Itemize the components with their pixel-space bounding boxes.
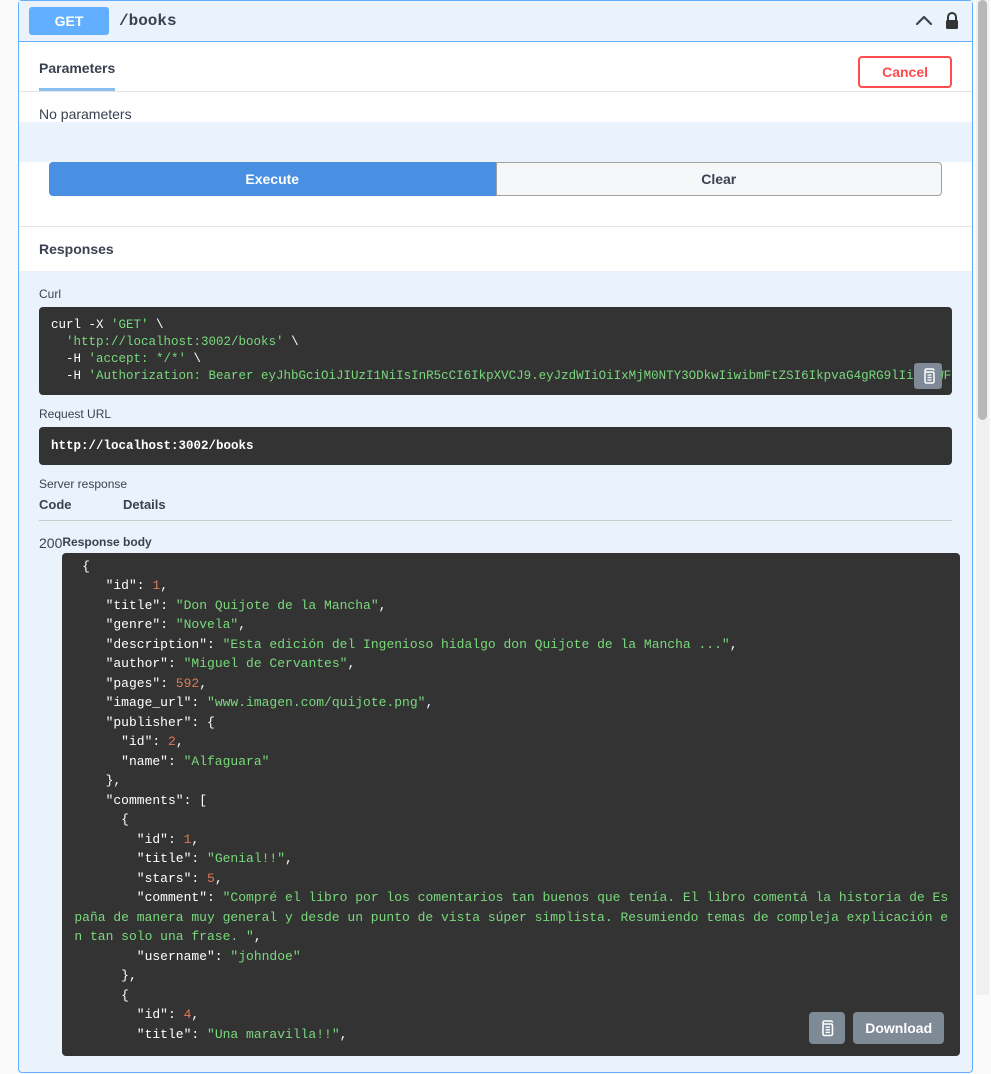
- curl-label: Curl: [39, 287, 952, 301]
- details-column-header: Details: [123, 497, 166, 512]
- method-badge: GET: [29, 7, 109, 35]
- request-url-box: http://localhost:3002/books: [39, 427, 952, 465]
- vertical-scrollbar[interactable]: [976, 0, 989, 995]
- response-body-box: { "id": 1, "title": "Don Quijote de la M…: [62, 553, 960, 1057]
- response-body-label: Response body: [62, 535, 960, 549]
- endpoint-summary[interactable]: GET /books: [19, 1, 972, 42]
- code-column-header: Code: [39, 497, 123, 512]
- clear-button[interactable]: Clear: [496, 162, 943, 196]
- parameters-body: No parameters: [19, 92, 972, 122]
- no-parameters-text: No parameters: [39, 106, 952, 122]
- request-url-label: Request URL: [39, 407, 952, 421]
- lock-icon[interactable]: [942, 11, 962, 31]
- copy-icon[interactable]: [914, 363, 942, 389]
- chevron-up-icon[interactable]: [914, 11, 934, 31]
- curl-command-box: curl -X 'GET' \ 'http://localhost:3002/b…: [39, 307, 952, 395]
- tab-parameters[interactable]: Parameters: [39, 52, 115, 91]
- cancel-button[interactable]: Cancel: [858, 56, 952, 88]
- parameters-tabs: Parameters Cancel: [19, 42, 972, 92]
- scrollbar-thumb[interactable]: [978, 0, 987, 420]
- copy-response-button[interactable]: [809, 1012, 845, 1044]
- responses-header: Responses: [19, 226, 972, 271]
- execute-button[interactable]: Execute: [49, 162, 496, 196]
- server-response-label: Server response: [39, 477, 952, 491]
- endpoint-path: /books: [119, 12, 914, 30]
- response-code: 200: [39, 535, 62, 1057]
- download-button[interactable]: Download: [853, 1012, 944, 1044]
